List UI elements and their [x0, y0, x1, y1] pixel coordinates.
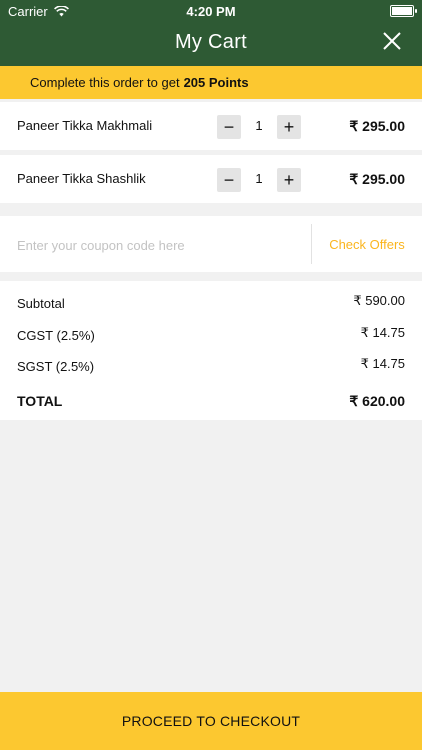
- page-title: My Cart: [174, 31, 248, 53]
- cgst-label: CGST (2.5%): [17, 328, 95, 343]
- status-time: 4:20 PM: [186, 4, 236, 19]
- coupon-section: Check Offers: [0, 216, 422, 274]
- battery-icon: [390, 5, 417, 17]
- cart-item: Paneer Tikka Shashlik − 1 + ₹ 295.00: [0, 155, 422, 203]
- cgst-value: ₹ 14.75: [360, 325, 405, 340]
- subtotal-label: Subtotal: [17, 296, 65, 311]
- cart-item: Paneer Tikka Makhmali − 1 + ₹ 295.00: [0, 102, 422, 150]
- app-header: Carrier 4:20 PM My Cart: [0, 0, 422, 66]
- increase-quantity-button[interactable]: +: [277, 168, 301, 192]
- subtotal-value: ₹ 590.00: [353, 293, 405, 308]
- sgst-value: ₹ 14.75: [360, 356, 405, 371]
- coupon-code-input[interactable]: [0, 216, 329, 274]
- close-icon: [383, 32, 401, 50]
- bill-summary: Subtotal ₹ 590.00 CGST (2.5%) ₹ 14.75 SG…: [0, 281, 422, 420]
- item-name: Paneer Tikka Makhmali: [17, 118, 153, 133]
- sgst-label: SGST (2.5%): [17, 359, 95, 374]
- quantity-value: 1: [255, 118, 263, 133]
- item-price: ₹ 295.00: [349, 118, 405, 134]
- decrease-quantity-button[interactable]: −: [217, 115, 241, 139]
- total-value: ₹ 620.00: [349, 393, 405, 409]
- status-bar: Carrier 4:20 PM: [0, 0, 422, 22]
- decrease-quantity-button[interactable]: −: [217, 168, 241, 192]
- check-offers-button[interactable]: Check Offers: [312, 216, 422, 272]
- close-button[interactable]: [382, 31, 402, 51]
- total-label: TOTAL: [17, 393, 63, 409]
- banner-text: Complete this order to get: [30, 75, 180, 90]
- banner-points: 205 Points: [183, 75, 249, 90]
- quantity-value: 1: [255, 171, 263, 186]
- increase-quantity-button[interactable]: +: [277, 115, 301, 139]
- points-banner: Complete this order to get 205 Points: [0, 66, 422, 99]
- item-name: Paneer Tikka Shashlik: [17, 171, 146, 186]
- item-price: ₹ 295.00: [349, 171, 405, 187]
- proceed-to-checkout-button[interactable]: PROCEED TO CHECKOUT: [0, 692, 422, 750]
